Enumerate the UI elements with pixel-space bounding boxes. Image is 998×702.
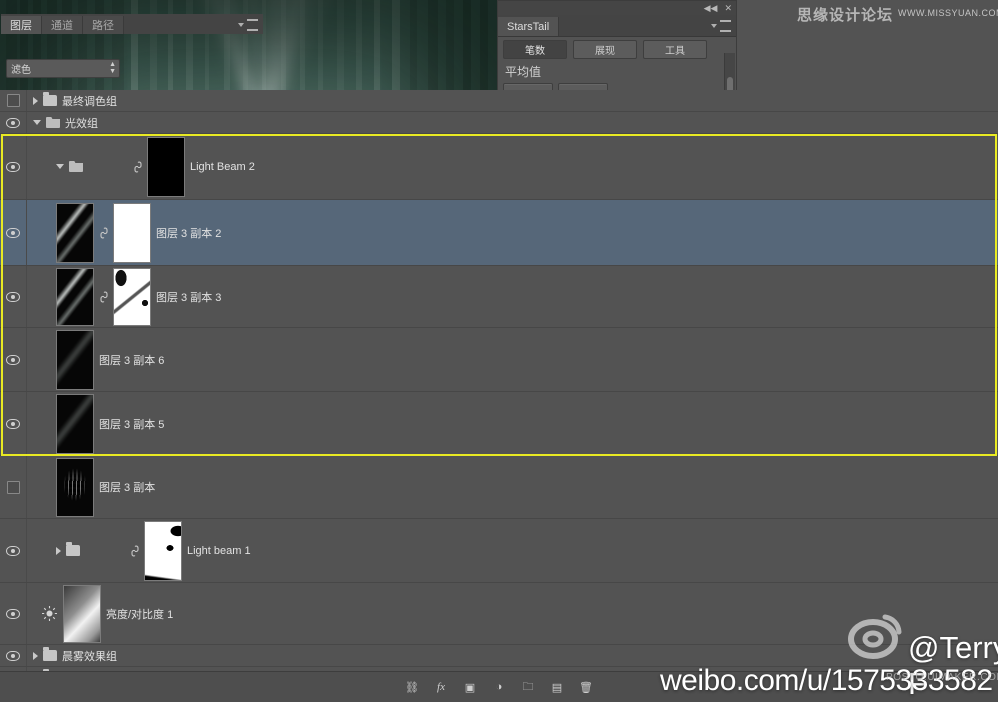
visibility-eye-icon[interactable] — [0, 645, 27, 666]
visibility-off-icon[interactable] — [0, 90, 27, 111]
layer-mask-thumbnail[interactable] — [147, 137, 185, 197]
layer-mask-thumbnail[interactable] — [113, 203, 151, 263]
chevron-down-icon[interactable] — [711, 24, 717, 28]
tab-layers[interactable]: 图层 — [1, 16, 42, 34]
starstail-tabs: 笔数 展现 工具 — [503, 40, 730, 59]
delete-layer-icon[interactable]: 🗑 — [578, 679, 594, 695]
visibility-eye-icon[interactable] — [0, 328, 27, 391]
tab-channels[interactable]: 通道 — [42, 16, 83, 34]
layer-name[interactable]: 晨雾效果组 — [62, 648, 117, 664]
group-expand-caret-icon[interactable] — [33, 652, 38, 660]
panel-menu[interactable] — [238, 19, 258, 31]
layer-name[interactable]: 图层 3 副本 — [99, 479, 155, 495]
folder-icon — [43, 95, 57, 106]
menu-lines-icon[interactable] — [247, 19, 258, 31]
link-mask-icon[interactable] — [99, 226, 108, 239]
visibility-eye-icon[interactable] — [0, 583, 27, 644]
layer-row[interactable]: Light Beam 2 — [0, 134, 998, 200]
new-group-icon[interactable]: 🗀 — [520, 679, 536, 695]
layer-style-fx-icon[interactable]: fx — [433, 679, 449, 695]
watermark-forum-url: WWW.MISSYUAN.COM — [898, 8, 998, 18]
add-layer-mask-icon[interactable]: ▣ — [462, 679, 478, 695]
layer-row[interactable]: 图层 3 副本 2 — [0, 200, 998, 266]
close-icon[interactable]: ✕ — [724, 4, 732, 13]
layer-mask-thumbnail[interactable] — [113, 268, 151, 326]
new-adjustment-layer-icon[interactable]: ◑ — [491, 679, 507, 695]
group-expand-caret-icon[interactable] — [33, 97, 38, 105]
menu-lines-icon[interactable] — [720, 20, 731, 32]
link-mask-icon[interactable] — [99, 290, 108, 303]
visibility-eye-icon[interactable] — [0, 392, 27, 455]
layer-row[interactable]: 亮度/对比度 1 — [0, 583, 998, 645]
layer-row[interactable]: 晨雾效果组 — [0, 645, 998, 667]
starstail-tab-1[interactable]: 展现 — [573, 40, 637, 59]
layers-panel: ◀◀ ✕ 图层 通道 路径 类型 ▲▼ T 滤色 ▲▼ — [0, 0, 263, 702]
layer-row[interactable]: 图层 3 副本 3 — [0, 266, 998, 328]
layer-thumbnail[interactable] — [56, 203, 94, 263]
layer-name[interactable]: Light Beam 2 — [190, 161, 255, 173]
starstail-titlebar: ◀◀ ✕ — [498, 1, 736, 15]
layer-name[interactable]: Light beam 1 — [187, 545, 251, 557]
layer-thumbnail[interactable] — [56, 394, 94, 454]
visibility-eye-icon[interactable] — [0, 266, 27, 327]
tab-starstail[interactable]: StarsTail — [498, 17, 559, 36]
link-layers-icon[interactable]: ⛓ — [404, 679, 420, 695]
layer-thumbnail[interactable] — [56, 458, 94, 517]
visibility-eye-icon[interactable] — [0, 519, 27, 582]
layer-name[interactable]: 图层 3 副本 5 — [99, 416, 164, 432]
group-expand-caret-icon[interactable] — [56, 547, 61, 555]
layer-name[interactable]: 亮度/对比度 1 — [106, 606, 173, 622]
layer-row[interactable]: 光效组 — [0, 112, 998, 134]
layer-name[interactable]: 图层 3 副本 3 — [156, 289, 221, 305]
layers-bottom-toolbar: ⛓ fx ▣ ◑ 🗀 ▤ 🗑 — [0, 671, 998, 702]
starstail-tab-0[interactable]: 笔数 — [503, 40, 567, 59]
starstail-tabrow: StarsTail — [498, 15, 736, 37]
layers-tabrow: 图层 通道 路径 — [1, 14, 263, 34]
layer-name[interactable]: 光效组 — [65, 115, 98, 131]
blend-mode-select[interactable]: 滤色 ▲ ▼ — [6, 59, 120, 78]
folder-icon — [69, 161, 83, 172]
chevron-down-icon[interactable] — [238, 23, 244, 27]
visibility-eye-icon[interactable] — [0, 200, 27, 265]
photoshop-window: Terry F terryfengphotography.lofter.com … — [0, 0, 998, 702]
brightness-contrast-icon — [41, 605, 58, 622]
link-mask-icon[interactable] — [130, 544, 139, 557]
layer-mask-thumbnail[interactable] — [144, 521, 182, 581]
tab-paths[interactable]: 路径 — [83, 16, 124, 34]
watermark-forum-cn: 思缘设计论坛 — [797, 4, 893, 25]
visibility-eye-icon[interactable] — [0, 112, 27, 133]
layer-row[interactable]: 图层 3 副本 — [0, 456, 998, 519]
starstail-avg-heading: 平均值 — [505, 63, 730, 80]
layer-list[interactable]: 最终调色组光效组 Light Beam 2 图层 3 副本 2 图层 3 副本 3 图层… — [0, 90, 998, 672]
panel-menu[interactable] — [711, 20, 731, 32]
starstail-tab-2[interactable]: 工具 — [643, 40, 707, 59]
layer-thumbnail[interactable] — [56, 330, 94, 390]
group-collapse-caret-icon[interactable] — [33, 120, 41, 125]
group-collapse-caret-icon[interactable] — [56, 164, 64, 169]
layer-thumbnail[interactable] — [56, 268, 94, 326]
layer-name[interactable]: 最终调色组 — [62, 93, 117, 109]
stepper-icon[interactable]: ▲▼ — [109, 61, 116, 75]
visibility-off-icon[interactable] — [0, 456, 27, 518]
blend-mode-value: 滤色 — [11, 61, 31, 76]
folder-icon — [43, 650, 57, 661]
link-mask-icon[interactable] — [133, 160, 142, 173]
folder-icon — [66, 545, 80, 556]
layer-name[interactable]: 图层 3 副本 6 — [99, 352, 164, 368]
layer-thumbnail[interactable] — [63, 585, 101, 643]
new-layer-icon[interactable]: ▤ — [549, 679, 565, 695]
collapse-icon[interactable]: ◀◀ — [704, 4, 718, 13]
layer-row[interactable]: Light beam 1 — [0, 519, 998, 583]
layer-row[interactable]: 图层 3 副本 6 — [0, 328, 998, 392]
layer-row[interactable]: 最终调色组 — [0, 90, 998, 112]
layer-name[interactable]: 图层 3 副本 2 — [156, 225, 221, 241]
folder-icon — [46, 117, 60, 128]
visibility-eye-icon[interactable] — [0, 134, 27, 199]
layer-row[interactable]: 图层 3 副本 5 — [0, 392, 998, 456]
